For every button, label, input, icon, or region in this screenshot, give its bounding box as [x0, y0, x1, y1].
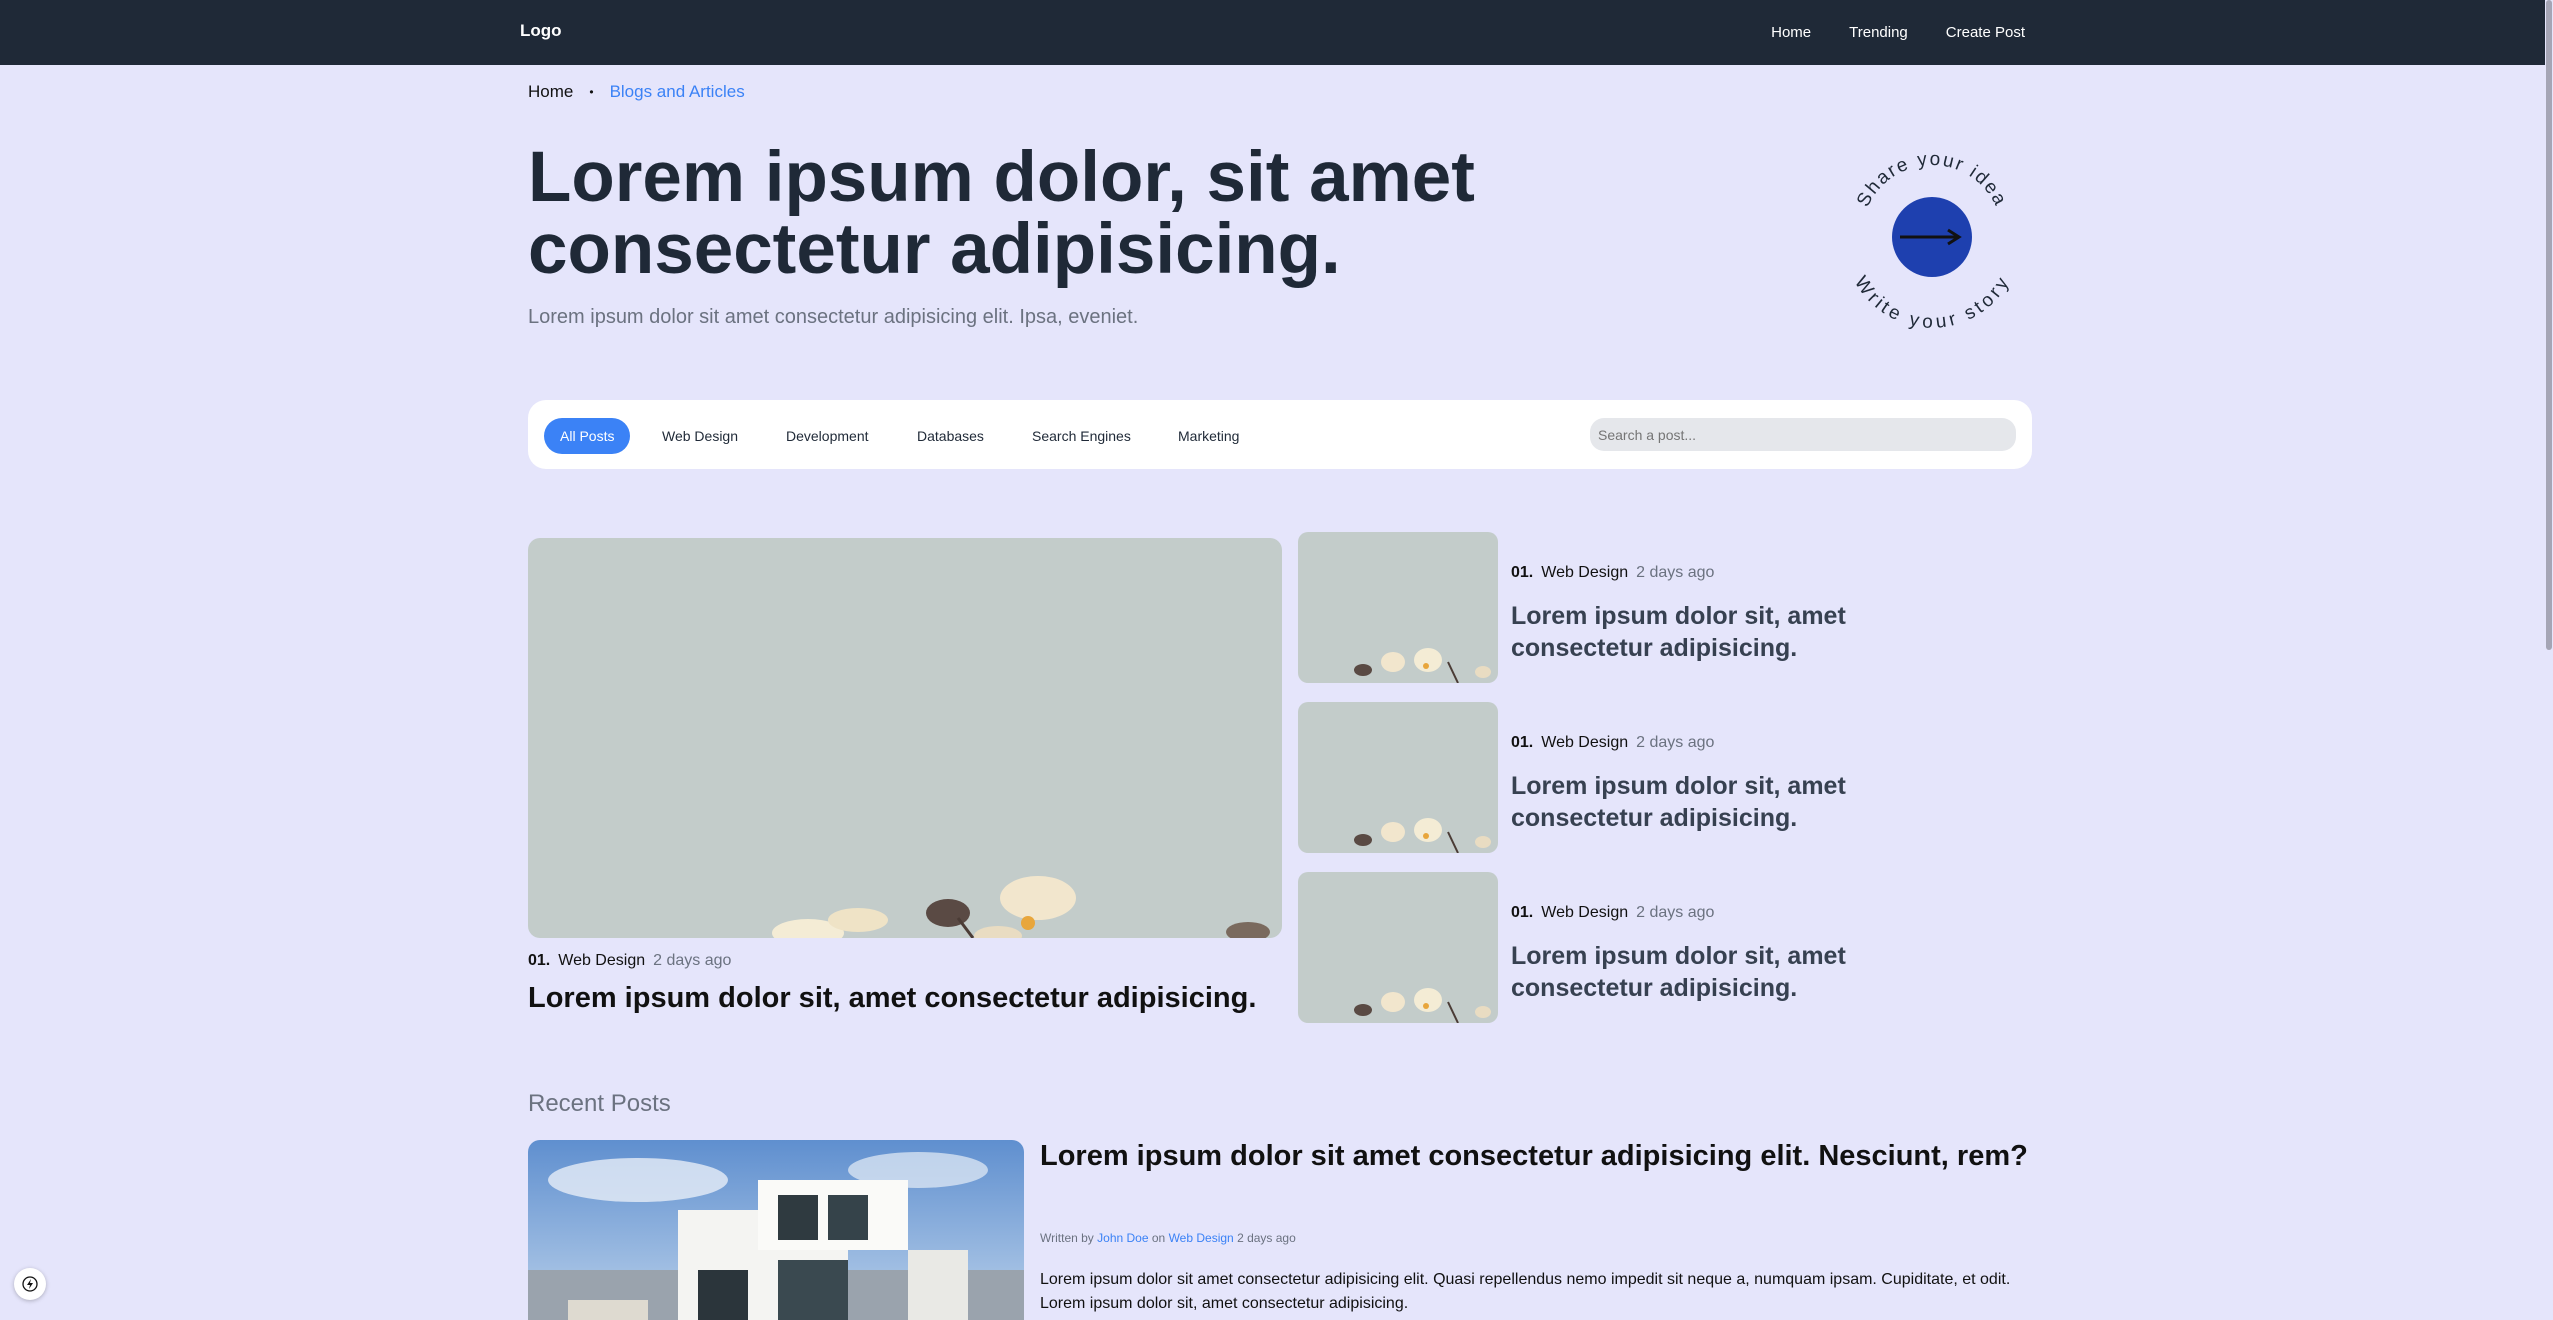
- side-post-card[interactable]: 01. Web Design 2 days ago Lorem ipsum dolo…: [1298, 702, 1998, 853]
- recent-post-byline: Written by John Doe on Web Design 2 days…: [1040, 1231, 1296, 1245]
- breadcrumb-current[interactable]: Blogs and Articles: [610, 82, 745, 102]
- side-post-date: 2 days ago: [1636, 564, 1715, 581]
- featured-post-meta: 01. Web Design 2 days ago: [528, 952, 731, 970]
- side-thumb-graphic: [1298, 532, 1498, 683]
- side-post-title[interactable]: Lorem ipsum dolor sit, amet consectetur …: [1511, 940, 1931, 1004]
- side-post-number: 01.: [1511, 734, 1534, 751]
- side-thumb-graphic: [1298, 702, 1498, 853]
- featured-post-image[interactable]: [528, 538, 1282, 938]
- side-post-category[interactable]: Web Design: [1541, 734, 1628, 751]
- dev-tools-badge[interactable]: [14, 1268, 46, 1300]
- badge-bottom-text: Write your story: [1850, 272, 2014, 330]
- side-post-title[interactable]: Lorem ipsum dolor sit, amet consectetur …: [1511, 770, 1931, 834]
- byline-on: on: [1151, 1231, 1166, 1245]
- author-link[interactable]: John Doe: [1097, 1231, 1148, 1245]
- side-post-meta: 01. Web Design 2 days ago: [1511, 904, 1714, 922]
- share-badge-graphic: Share your idea Write your story: [1850, 149, 2014, 333]
- recent-post-date: 2 days ago: [1237, 1231, 1296, 1245]
- side-post-date: 2 days ago: [1636, 734, 1715, 751]
- nav-link-trending[interactable]: Trending: [1849, 24, 1908, 41]
- tab-search-engines[interactable]: Search Engines: [1032, 418, 1131, 454]
- featured-post-title[interactable]: Lorem ipsum dolor sit, amet consectetur …: [528, 982, 1256, 1015]
- byline-written-by: Written by: [1040, 1231, 1094, 1245]
- featured-post-date: 2 days ago: [653, 952, 732, 969]
- lightning-icon: [22, 1276, 38, 1292]
- category-link[interactable]: Web Design: [1169, 1231, 1234, 1245]
- breadcrumb: Home • Blogs and Articles: [528, 82, 745, 102]
- breadcrumb-separator: •: [589, 85, 594, 99]
- nav-links: Home Trending Create Post: [1771, 24, 2025, 41]
- breadcrumb-home[interactable]: Home: [528, 82, 573, 102]
- side-post-title[interactable]: Lorem ipsum dolor sit, amet consectetur …: [1511, 600, 1931, 664]
- tab-development[interactable]: Development: [786, 418, 869, 454]
- category-filter-bar: All Posts Web Design Development Databas…: [528, 400, 2032, 469]
- recent-post-image[interactable]: [528, 1140, 1024, 1320]
- side-post-category[interactable]: Web Design: [1541, 904, 1628, 921]
- page-title: Lorem ipsum dolor, sit amet consectetur …: [528, 138, 1475, 289]
- scrollbar-thumb[interactable]: [2546, 0, 2552, 650]
- tab-databases[interactable]: Databases: [917, 418, 984, 454]
- top-navbar: Logo Home Trending Create Post: [0, 0, 2545, 65]
- featured-post-category[interactable]: Web Design: [558, 952, 645, 969]
- side-thumb-graphic: [1298, 872, 1498, 1023]
- site-logo[interactable]: Logo: [520, 21, 562, 41]
- recent-image-graphic: [528, 1140, 1024, 1320]
- side-post-thumbnail[interactable]: [1298, 872, 1498, 1023]
- nav-link-create-post[interactable]: Create Post: [1946, 24, 2025, 41]
- side-post-number: 01.: [1511, 564, 1534, 581]
- side-post-thumbnail[interactable]: [1298, 702, 1498, 853]
- search-input[interactable]: [1590, 418, 2016, 451]
- featured-image-graphic: [528, 538, 1282, 938]
- side-post-thumbnail[interactable]: [1298, 532, 1498, 683]
- side-post-category[interactable]: Web Design: [1541, 564, 1628, 581]
- side-post-meta: 01. Web Design 2 days ago: [1511, 734, 1714, 752]
- side-post-card[interactable]: 01. Web Design 2 days ago Lorem ipsum dolo…: [1298, 532, 1998, 683]
- recent-posts-heading: Recent Posts: [528, 1090, 671, 1117]
- side-post-date: 2 days ago: [1636, 904, 1715, 921]
- recent-post-title[interactable]: Lorem ipsum dolor sit amet consectetur a…: [1040, 1138, 2030, 1174]
- share-story-badge[interactable]: Share your idea Write your story: [1842, 140, 2022, 333]
- side-post-meta: 01. Web Design 2 days ago: [1511, 564, 1714, 582]
- tab-all-posts[interactable]: All Posts: [544, 418, 631, 454]
- featured-post-number: 01.: [528, 952, 551, 969]
- nav-link-home[interactable]: Home: [1771, 24, 1811, 41]
- recent-post-excerpt: Lorem ipsum dolor sit amet consectetur a…: [1040, 1271, 2011, 1312]
- side-post-card[interactable]: 01. Web Design 2 days ago Lorem ipsum dolo…: [1298, 872, 1998, 1023]
- page-scrollbar[interactable]: [2545, 0, 2553, 1312]
- side-post-number: 01.: [1511, 904, 1534, 921]
- page-subtitle: Lorem ipsum dolor sit amet consectetur a…: [528, 306, 1139, 328]
- tab-web-design[interactable]: Web Design: [662, 418, 738, 454]
- tab-marketing[interactable]: Marketing: [1178, 418, 1239, 454]
